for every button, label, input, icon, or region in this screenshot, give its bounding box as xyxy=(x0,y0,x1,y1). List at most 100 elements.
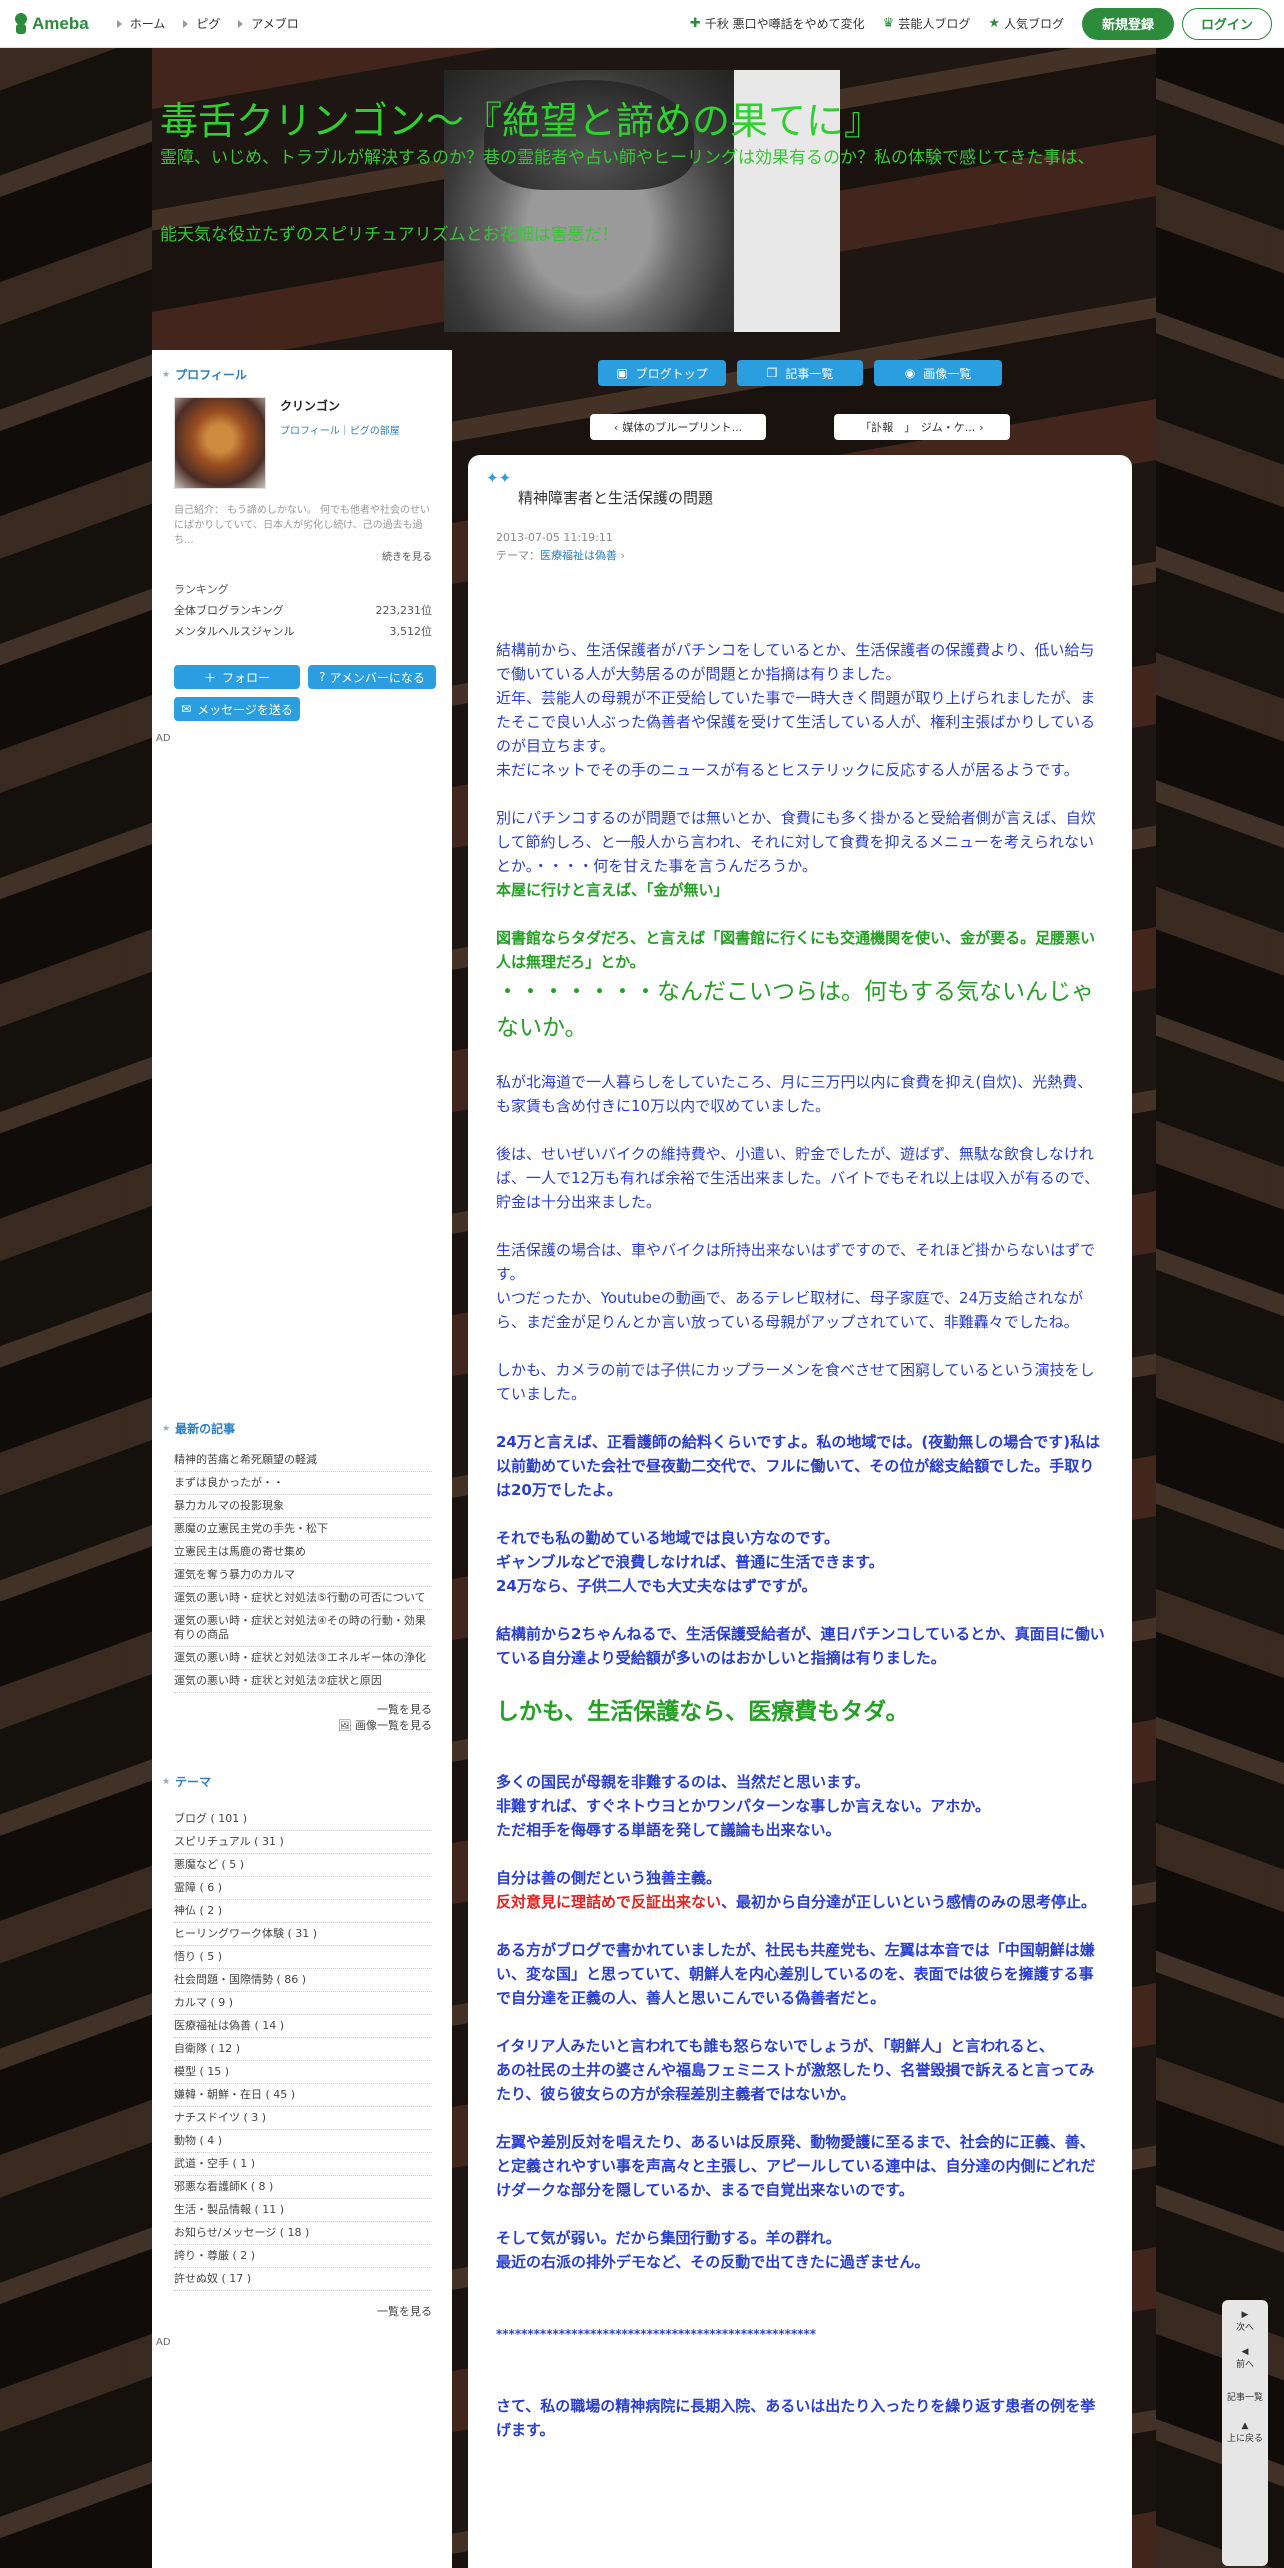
article-title[interactable]: 精神障害者と生活保護の問題 xyxy=(518,487,713,508)
theme-item[interactable]: 武道・空手 ( 1 ) xyxy=(174,2153,432,2176)
blog-title[interactable]: 毒舌クリンゴン～『絶望と諦めの果てに』 xyxy=(160,90,882,145)
paragraph: ギャンブルなどで浪費しなければ、普通に生活できます。 xyxy=(496,1553,884,1571)
ad-label: AD xyxy=(156,733,171,744)
blog-top-button[interactable]: ▣ ブログトップ xyxy=(598,360,726,386)
message-button[interactable]: ✉ メッセージを送る xyxy=(174,697,300,721)
theme-item[interactable]: 誇り・尊厳 ( 2 ) xyxy=(174,2245,432,2268)
theme-item[interactable]: 生活・製品情報 ( 11 ) xyxy=(174,2199,432,2222)
next-article-button[interactable]: 「訃報 」 ジム・ケ... › xyxy=(834,414,1010,440)
background-right xyxy=(1156,48,1284,2568)
blog-description-2: 能天気な役立たずのスピリチュアリズムとお花畑は害悪だ！ xyxy=(160,225,619,245)
recent-post[interactable]: 運気の悪い時・症状と対処法②症状と原因 xyxy=(174,1670,432,1693)
paragraph: イタリア人みたいと言われても誰も怒らないでしょうが、「朝鮮人」と言われると、 xyxy=(496,2037,1054,2055)
paragraph: 後は、せいぜいバイクの維持費や、小遣い、貯金でしたが、遊ばず、無駄な飲食しなけれ… xyxy=(496,1145,1100,1211)
image-list-button[interactable]: ◉ 画像一覧 xyxy=(874,360,1002,386)
nav-ameblo[interactable]: アメブロ xyxy=(238,15,298,32)
recent-more-link[interactable]: 一覧を見る xyxy=(152,1701,432,1717)
bio-more-link[interactable]: 続きを見る xyxy=(152,548,432,563)
theme-item[interactable]: 霊障 ( 6 ) xyxy=(174,1877,432,1900)
recent-post[interactable]: 運気の悪い時・症状と対処法④その時の行動・効果有りの商品 xyxy=(174,1610,432,1647)
stars-icon: ✦✦ xyxy=(486,469,512,487)
theme-item[interactable]: 許せぬ奴 ( 17 ) xyxy=(174,2268,432,2291)
paragraph: 24万なら、子供二人でも大丈夫なはずですが。 xyxy=(496,1577,817,1595)
paragraph: 本屋に行けと言えば、「金が無い」 xyxy=(496,881,729,899)
rank-genre[interactable]: メンタルヘルスジャンル 3,512位 xyxy=(174,623,432,639)
recent-post[interactable]: 精神的苦痛と希死願望の軽減 xyxy=(174,1449,432,1472)
paragraph: ただ相手を侮辱する単語を発して議論も出来ない。 xyxy=(496,1821,841,1839)
ranking-title: ランキング xyxy=(174,583,229,596)
star-icon: ★ xyxy=(988,16,1000,31)
recent-posts-heading: 最新の記事 xyxy=(162,1420,452,1437)
paragraph-emphasis: ・・・・・・・なんだこいつらは。何もする気ないんじゃないか。 xyxy=(496,979,1094,1041)
popular-blog-link[interactable]: ★ 人気ブログ xyxy=(988,15,1064,32)
amember-button[interactable]: ? アメンバーになる xyxy=(308,665,436,689)
celebrity-blog-link[interactable]: ♛ 芸能人ブログ xyxy=(883,15,971,32)
theme-item[interactable]: 悪魔など ( 5 ) xyxy=(174,1854,432,1877)
follow-button[interactable]: ＋フォロー xyxy=(174,665,300,689)
theme-item[interactable]: 医療福祉は偽善 ( 14 ) xyxy=(174,2015,432,2038)
paragraph: 私が北海道で一人暮らしをしていたころ、月に三万円以内に食費を抑え(自炊)、光熱費… xyxy=(496,1073,1093,1115)
recent-post[interactable]: 運気を奪う暴力のカルマ xyxy=(174,1564,432,1587)
recent-post[interactable]: 立憲民主は馬鹿の寄せ集め xyxy=(174,1541,432,1564)
paragraph: 最近の右派の排外デモなど、その反動で出てきたに過ぎません。 xyxy=(496,2253,930,2271)
home-icon: ▣ xyxy=(616,366,628,380)
chevron-left-icon: ‹ xyxy=(613,420,619,434)
paragraph: 結構前から、生活保護者がパチンコをしているとか、生活保護者の保護費より、低い給与… xyxy=(496,641,1095,683)
theme-item[interactable]: ナチスドイツ ( 3 ) xyxy=(174,2107,432,2130)
avatar[interactable] xyxy=(174,397,266,489)
profile-links[interactable]: プロフィール｜ピグの部屋 xyxy=(280,422,400,437)
theme-item[interactable]: 動物 ( 4 ) xyxy=(174,2130,432,2153)
paragraph: 反対意見に理詰めで反証出来ない、最初から自分達が正しいという感情のみの思考停止。 xyxy=(496,1893,1097,1911)
paragraph: 結構前から2ちゃんねるで、生活保護受給者が、連日パチンコしているとか、真面目に働… xyxy=(496,1625,1105,1667)
nav-home[interactable]: ホーム xyxy=(117,15,166,32)
theme-item[interactable]: 社会問題・国際情勢 ( 86 ) xyxy=(174,1969,432,1992)
theme-item[interactable]: 自衛隊 ( 12 ) xyxy=(174,2038,432,2061)
theme-more-link[interactable]: 一覧を見る xyxy=(152,2303,432,2319)
paragraph: 別にパチンコするのが問題では無いとか、食費にも多く掛かると受給者側が言えば、自炊… xyxy=(496,809,1096,875)
recent-post[interactable]: 暴力カルマの投影現象 xyxy=(174,1495,432,1518)
theme-item[interactable]: カルマ ( 9 ) xyxy=(174,1992,432,2015)
theme-item[interactable]: 悟り ( 5 ) xyxy=(174,1946,432,1969)
camera-icon: ◉ xyxy=(904,366,916,380)
back-to-top-button[interactable]: ▲ 上に戻る xyxy=(1227,2421,1263,2444)
image-icon: 🖼 xyxy=(337,1719,355,1732)
article-body: 結構前から、生活保護者がパチンコをしているとか、生活保護者の保護費より、低い給与… xyxy=(496,638,1106,2442)
triangle-up-icon: ▲ xyxy=(1241,2421,1249,2431)
paragraph: 近年、芸能人の母親が不正受給していた事で一時大きく問題が取り上げられましたが、ま… xyxy=(496,689,1096,755)
theme-item[interactable]: スピリチュアル ( 31 ) xyxy=(174,1831,432,1854)
paragraph: 左翼や差別反対を唱えたり、あるいは反原発、動物愛護に至るまで、社会的に正義、善、… xyxy=(496,2133,1096,2199)
theme-list: ブログ ( 101 ) スピリチュアル ( 31 ) 悪魔など ( 5 ) 霊障… xyxy=(174,1808,432,2291)
nav-pigg[interactable]: ピグ xyxy=(183,15,220,32)
recent-post[interactable]: 運気の悪い時・症状と対処法⑤行動の可否について xyxy=(174,1587,432,1610)
theme-item[interactable]: ブログ ( 101 ) xyxy=(174,1808,432,1831)
theme-item[interactable]: 模型 ( 15 ) xyxy=(174,2061,432,2084)
trending-link[interactable]: ✚ 千秋 悪口や噂話をやめて変化 xyxy=(690,15,865,32)
signup-button[interactable]: 新規登録 xyxy=(1082,7,1174,40)
recent-post[interactable]: まずは良かったが・・ xyxy=(174,1472,432,1495)
login-button[interactable]: ログイン xyxy=(1182,7,1272,40)
blog-description: 霊障、いじめ、トラブルが解決するのか？巷の霊能者や占い師やヒーリングは効果有るの… xyxy=(160,148,1095,168)
theme-link[interactable]: 医療福祉は偽善 xyxy=(540,549,617,562)
rank-overall[interactable]: 全体ブログランキング 223,231位 xyxy=(174,602,432,618)
ameba-logo[interactable]: Ameba xyxy=(12,12,89,36)
theme-item[interactable]: 神仏 ( 2 ) xyxy=(174,1900,432,1923)
theme-item[interactable]: ヒーリングワーク体験 ( 31 ) xyxy=(174,1923,432,1946)
next-button[interactable]: ▶ 次へ xyxy=(1236,2310,1254,2333)
question-icon: ? xyxy=(319,670,326,684)
list-icon: ❐ xyxy=(766,366,778,380)
recent-post[interactable]: 悪魔の立憲民主党の手先・松下 xyxy=(174,1518,432,1541)
theme-item[interactable]: 邪悪な看護師K ( 8 ) xyxy=(174,2176,432,2199)
prev-button[interactable]: ◀ 前へ xyxy=(1236,2347,1254,2370)
paragraph: しかも、カメラの前では子供にカップラーメンを食べさせて困窮しているという演技をし… xyxy=(496,1361,1095,1403)
recent-post[interactable]: 運気の悪い時・症状と対処法③エネルギー体の浄化 xyxy=(174,1647,432,1670)
article-date: 2013-07-05 11:19:11 xyxy=(496,531,613,544)
article-list-float-button[interactable]: 記事一覧 xyxy=(1227,2390,1263,2403)
theme-item[interactable]: お知らせ/メッセージ ( 18 ) xyxy=(174,2222,432,2245)
prev-article-button[interactable]: ‹ 媒体のブループリント... xyxy=(590,414,766,440)
profile-name[interactable]: クリンゴン xyxy=(280,397,400,414)
article-list-button[interactable]: ❐ 記事一覧 xyxy=(737,360,863,386)
image-list-link[interactable]: 🖼 画像一覧を見る xyxy=(152,1717,432,1733)
logo-text: Ameba xyxy=(32,13,89,33)
profile-heading: プロフィール xyxy=(162,366,452,383)
theme-item[interactable]: 嫌韓・朝鮮・在日 ( 45 ) xyxy=(174,2084,432,2107)
